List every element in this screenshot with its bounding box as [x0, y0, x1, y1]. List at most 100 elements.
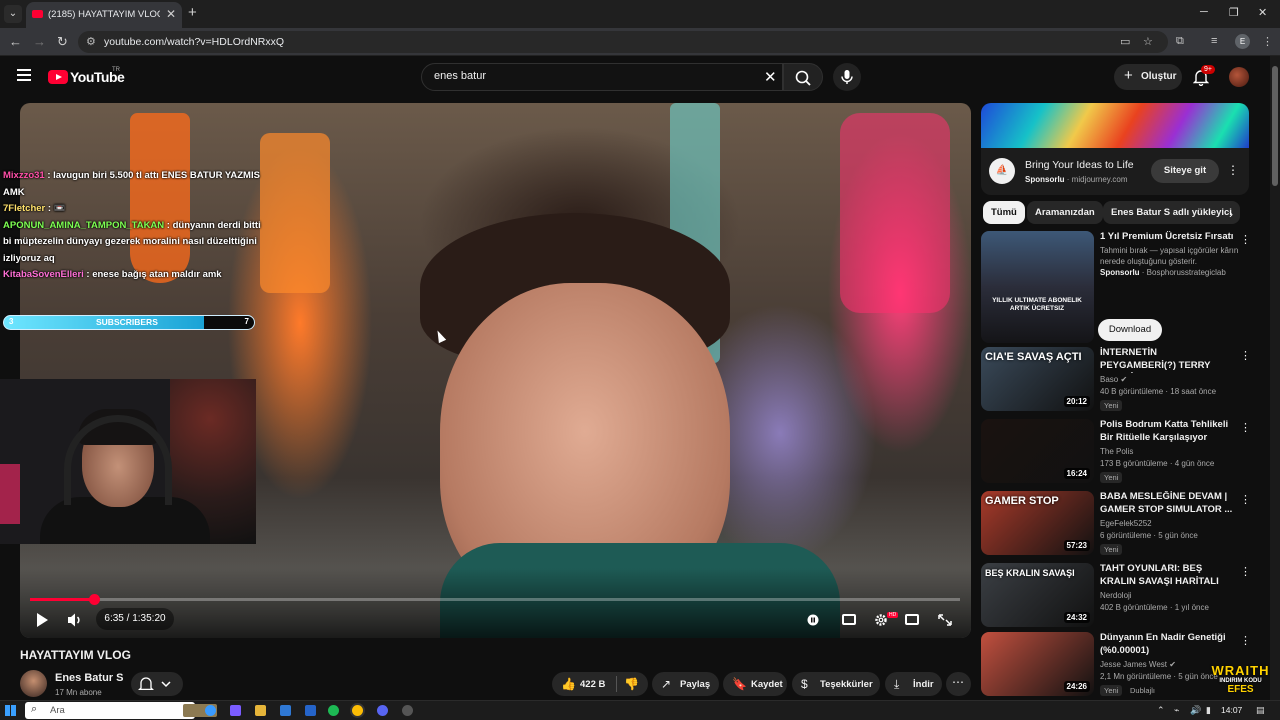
copilot-icon[interactable] [230, 705, 241, 716]
spotify-icon[interactable] [328, 705, 339, 716]
thumbs-down-icon[interactable]: 👎 [624, 677, 639, 691]
more-vert-icon[interactable]: ⋮ [1240, 421, 1251, 434]
sponsored-video-card[interactable]: YILLIK ULTIMATE ABONELIK ARTIK ÜCRETSIZ … [981, 231, 1261, 343]
minimize-icon[interactable]: ─ [1200, 6, 1208, 18]
window-close-icon[interactable]: ✕ [1258, 6, 1267, 19]
forward-arrow-icon[interactable]: → [33, 34, 46, 49]
search-input[interactable] [434, 70, 734, 82]
account-avatar[interactable] [1229, 67, 1249, 87]
ad-more-icon[interactable]: ⋮ [1227, 163, 1239, 177]
mail-icon[interactable] [280, 705, 291, 716]
chip-all[interactable]: Tümü [983, 201, 1025, 224]
site-info-icon[interactable]: ⚙ [86, 35, 96, 48]
search-button[interactable] [783, 63, 823, 91]
reload-icon[interactable]: ↻ [57, 34, 68, 50]
channel-name[interactable]: Enes Batur S [55, 672, 123, 684]
address-bar[interactable]: ⚙ youtube.com/watch?v=HDLOrdNRxxQ ▭ ☆ [78, 31, 1168, 53]
sponsored-download-button[interactable]: Download [1098, 319, 1162, 341]
restore-icon[interactable]: ❐ [1229, 6, 1239, 19]
channel-avatar[interactable] [20, 670, 47, 697]
autoplay-toggle[interactable] [805, 610, 821, 630]
more-vert-icon[interactable]: ⋮ [1240, 233, 1251, 246]
page-scrollbar[interactable] [1270, 56, 1280, 700]
tab-close-icon[interactable]: ✕ [166, 7, 176, 21]
back-arrow-icon[interactable]: ← [9, 34, 22, 49]
fullscreen-button[interactable] [937, 610, 953, 630]
recommendation-item[interactable]: 16:24 Polis Bodrum Katta Tehlikeli Bir R… [981, 419, 1261, 485]
video-title[interactable]: Dünyanın En Nadir Genetiği (%0.00001) [1100, 632, 1235, 657]
video-thumbnail[interactable]: GAMER STOP 57:23 [981, 491, 1094, 555]
channel-name[interactable]: The Polis [1100, 447, 1133, 456]
video-title[interactable]: TAHT OYUNLARI: BEŞ KRALIN SAVAŞI HARİTAL… [1100, 563, 1235, 589]
video-thumbnail[interactable]: CIA'E SAVAŞ AÇTI 20:12 [981, 347, 1094, 411]
video-thumbnail[interactable]: BEŞ KRALIN SAVAŞI 24:32 [981, 563, 1094, 627]
notification-center-icon[interactable]: ▤ [1256, 705, 1265, 716]
clear-search-icon[interactable]: ✕ [764, 68, 777, 86]
media-controls-icon[interactable]: ≡ [1211, 35, 1217, 47]
browser-profile-avatar[interactable]: E [1235, 34, 1250, 49]
bookmark-star-icon[interactable]: ☆ [1143, 35, 1153, 48]
thanks-button[interactable]: $ Teşekkürler [792, 672, 880, 696]
video-thumbnail[interactable]: 24:26 [981, 632, 1094, 696]
thumbs-up-icon[interactable]: 👍 [561, 677, 576, 691]
subscribed-notification-button[interactable] [131, 672, 183, 696]
ad-card[interactable]: ⛵ Bring Your Ideas to Life Sponsorlu · m… [981, 148, 1249, 195]
more-vert-icon[interactable]: ⋮ [1240, 565, 1251, 578]
store-icon[interactable] [305, 705, 316, 716]
edge-icon[interactable] [205, 705, 216, 716]
sponsored-thumbnail[interactable]: YILLIK ULTIMATE ABONELIK ARTIK ÜCRETSIZ [981, 231, 1094, 343]
more-vert-icon[interactable]: ⋮ [1240, 634, 1251, 647]
video-title[interactable]: İNTERNETİN PEYGAMBERİ(?) TERRY DAVIS'İN … [1100, 347, 1235, 373]
taskbar-search[interactable]: ⌕ Ara [25, 702, 217, 719]
hamburger-menu-icon[interactable] [17, 69, 31, 81]
battery-icon[interactable]: ▮ [1206, 705, 1211, 716]
voice-search-button[interactable] [833, 63, 861, 91]
more-actions-button[interactable]: ⋯ [946, 672, 971, 696]
windows-start-icon[interactable] [5, 705, 16, 716]
chip-from-search[interactable]: Aramanızdan [1027, 201, 1103, 224]
obs-icon[interactable] [402, 705, 413, 716]
volume-tray-icon[interactable]: 🔊 [1190, 705, 1201, 716]
url-text[interactable]: youtube.com/watch?v=HDLOrdNRxxQ [104, 36, 284, 48]
ad-banner-image[interactable] [981, 103, 1249, 148]
more-vert-icon[interactable]: ⋮ [1240, 493, 1251, 506]
scrollbar-thumb[interactable] [1272, 66, 1278, 186]
recommendation-item[interactable]: CIA'E SAVAŞ AÇTI 20:12 İNTERNETİN PEYGAMB… [981, 347, 1261, 413]
file-explorer-icon[interactable] [255, 705, 266, 716]
download-button[interactable]: ⤓ İndir [885, 672, 942, 696]
chevron-right-icon[interactable]: › [1229, 207, 1233, 221]
video-title[interactable]: Polis Bodrum Katta Tehlikeli Bir Ritüell… [1100, 419, 1235, 444]
channel-name[interactable]: Jesse James West ✔ [1100, 660, 1176, 669]
new-tab-icon[interactable]: + [188, 4, 197, 21]
video-thumbnail[interactable]: 16:24 [981, 419, 1094, 483]
create-button[interactable]: + Oluştur [1114, 64, 1182, 90]
search-box[interactable]: ✕ [421, 63, 783, 91]
miniplayer-button[interactable] [905, 610, 921, 630]
install-app-icon[interactable]: ▭ [1120, 35, 1130, 48]
channel-name[interactable]: Baso ✔ [1100, 375, 1127, 384]
recommendation-item[interactable]: BEŞ KRALIN SAVAŞI 24:32 TAHT OYUNLARI: BE… [981, 563, 1261, 629]
channel-name[interactable]: EgeFelek5252 [1100, 519, 1152, 528]
more-vert-icon[interactable]: ⋮ [1240, 349, 1251, 362]
tray-chevron-icon[interactable]: ⌃ [1157, 705, 1165, 716]
taskbar-clock[interactable]: 14:07 [1221, 705, 1242, 715]
tab-search-button[interactable]: ⌄ [4, 5, 22, 23]
progress-bar[interactable] [30, 594, 960, 605]
browser-tab-active[interactable]: (2185) HAYATTAYIM VLOG - YouTube ✕ [26, 2, 182, 28]
extensions-icon[interactable]: ⧉ [1176, 35, 1184, 48]
chrome-icon[interactable] [352, 705, 363, 716]
ad-title[interactable]: Bring Your Ideas to Life [1025, 159, 1134, 171]
network-icon[interactable]: ⌁ [1174, 705, 1179, 716]
like-dislike-group[interactable]: 👍 422 B 👎 [552, 672, 648, 696]
visit-site-button[interactable]: Siteye git [1151, 159, 1219, 183]
video-title[interactable]: BABA MESLEĞİNE DEVAM | GAMER STOP SIMULA… [1100, 491, 1235, 516]
recommendation-item[interactable]: GAMER STOP 57:23 BABA MESLEĞİNE DEVAM | G… [981, 491, 1261, 557]
volume-button[interactable] [66, 610, 84, 630]
channel-name[interactable]: Nerdoloji [1100, 591, 1132, 600]
browser-menu-icon[interactable]: ⋮ [1262, 35, 1273, 48]
share-button[interactable]: ↗ Paylaş [652, 672, 719, 696]
save-button[interactable]: 🔖 Kaydet [723, 672, 787, 696]
discord-icon[interactable] [377, 705, 388, 716]
play-button[interactable] [34, 610, 50, 630]
chip-from-uploader[interactable]: Enes Batur S adlı yükleyici [1103, 201, 1240, 224]
